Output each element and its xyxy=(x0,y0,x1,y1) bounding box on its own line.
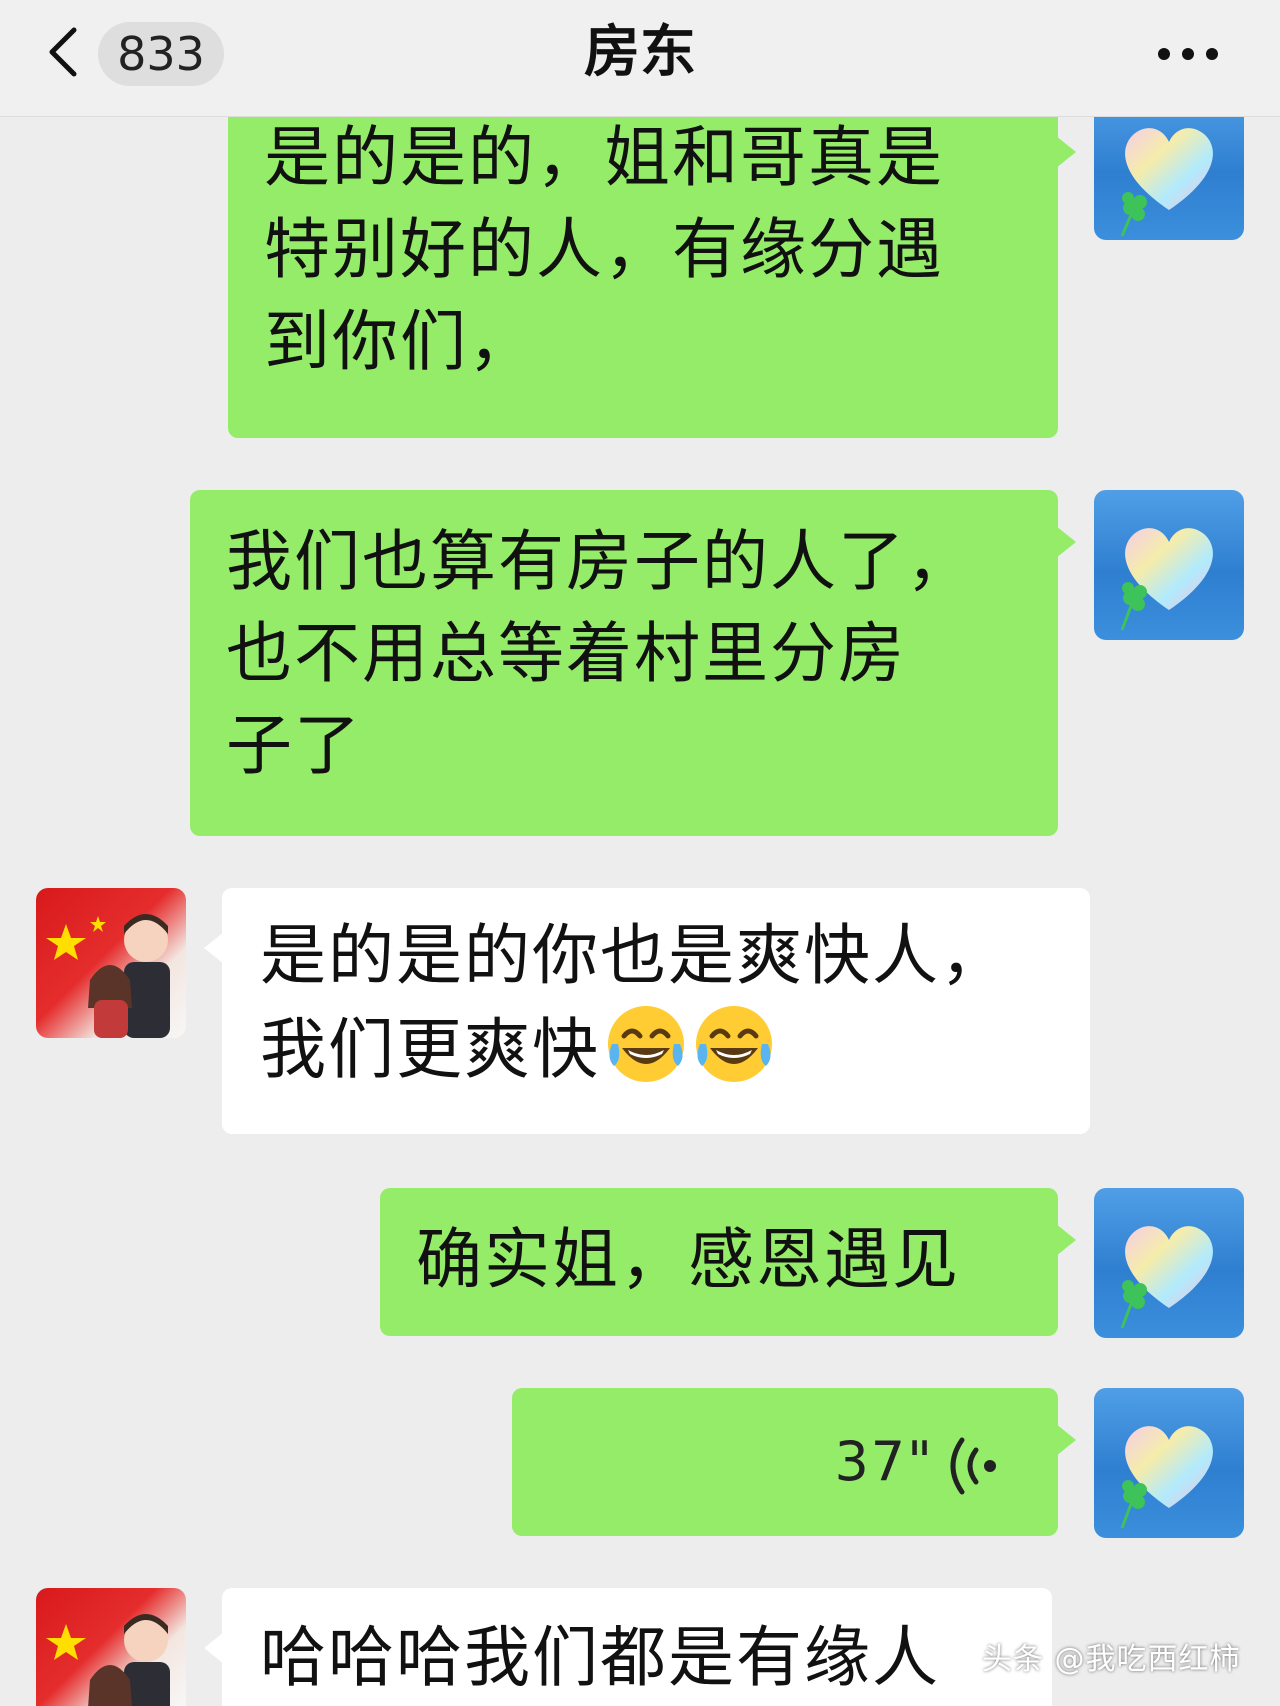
voice-message-bubble[interactable]: 37" xyxy=(512,1388,1076,1536)
message-text: 确实姐，感恩遇见 xyxy=(416,1221,960,1298)
outgoing-message-bubble[interactable]: 是的是的，姐和哥真是 特别好的人，有缘分遇 到你们， xyxy=(228,100,1076,438)
my-avatar[interactable] xyxy=(1094,1188,1244,1338)
incoming-message-bubble[interactable]: 是的是的你也是爽快人， 我们更爽快 xyxy=(204,888,1090,1134)
more-options-icon[interactable] xyxy=(1150,36,1230,72)
tears-of-joy-emoji-icon xyxy=(608,1006,684,1082)
landlord-avatar[interactable] xyxy=(36,888,186,1038)
tears-of-joy-emoji-icon xyxy=(696,1006,772,1082)
message-text-line: 我们更爽快 xyxy=(260,1002,1054,1096)
couple-avatar-icon xyxy=(46,914,170,1038)
chat-title: 房东 xyxy=(584,20,696,85)
heart-avatar-icon xyxy=(1120,1226,1213,1329)
message-text: 我们也算有房子的人了， 也不用总等着村里分房 子了 xyxy=(226,523,974,784)
heart-avatar-icon xyxy=(1120,528,1213,631)
outgoing-message-bubble[interactable]: 确实姐，感恩遇见 xyxy=(380,1188,1076,1336)
message-text: 哈哈哈我们都是有缘人 xyxy=(260,1619,940,1696)
heart-avatar-icon xyxy=(1120,1426,1213,1529)
message-text: 我们更爽快 xyxy=(260,1011,600,1088)
couple-avatar-icon xyxy=(46,1614,170,1706)
outgoing-message-bubble[interactable]: 我们也算有房子的人了， 也不用总等着村里分房 子了 xyxy=(190,490,1076,836)
incoming-message-bubble[interactable]: 哈哈哈我们都是有缘人 xyxy=(204,1588,1052,1706)
my-avatar[interactable] xyxy=(1094,490,1244,640)
landlord-avatar[interactable] xyxy=(36,1588,186,1706)
message-text-line: 是的是的你也是爽快人， xyxy=(260,917,1008,994)
chat-header: 833 房东 xyxy=(0,0,1280,117)
voice-duration: 37" xyxy=(834,1430,934,1493)
watermark: 头条 @我吃西红柿 xyxy=(982,1642,1241,1677)
my-avatar[interactable] xyxy=(1094,1388,1244,1538)
voice-wave-icon xyxy=(950,1437,996,1495)
message-text: 是的是的，姐和哥真是 特别好的人，有缘分遇 到你们， xyxy=(264,119,944,380)
